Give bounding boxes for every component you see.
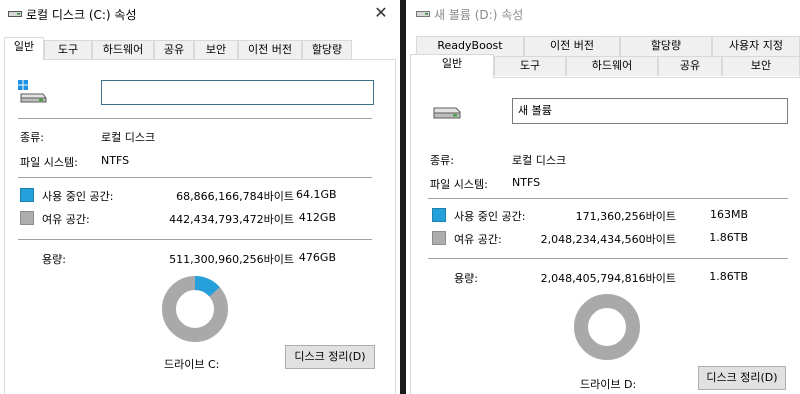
filesystem-value: NTFS [101, 154, 130, 167]
tab-strip: ReadyBoost 이전 버전 할당량 사용자 지정 일반 도구 하드웨어 공… [406, 36, 800, 78]
drive-icon [18, 80, 47, 103]
donut-free-segment [574, 294, 640, 360]
drive-label: 드라이브 D: [580, 378, 637, 391]
used-space-bytes: 68,866,166,784바이트 [176, 190, 294, 203]
drive-label: 드라이브 C: [164, 358, 220, 371]
tab-customize[interactable]: 사용자 지정 [712, 36, 800, 56]
filesystem-label: 파일 시스템: [20, 156, 78, 169]
title-bar: 로컬 디스크 (C:) 속성 ✕ [0, 0, 400, 28]
window-title: 새 볼륨 (D:) 속성 [434, 8, 524, 22]
used-space-label: 사용 중인 공간: [42, 190, 114, 203]
capacity-bytes: 511,300,960,256바이트 [169, 253, 294, 266]
capacity-label: 용량: [42, 253, 66, 266]
used-space-bytes: 171,360,256바이트 [575, 210, 676, 223]
close-button[interactable]: ✕ [368, 3, 394, 25]
volume-name-input[interactable]: 새 볼륨 [512, 98, 788, 124]
c-drive-properties-window: 로컬 디스크 (C:) 속성 ✕ 일반 도구 하드웨어 공유 보안 이전 버전 … [0, 0, 400, 394]
type-value: 로컬 디스크 [512, 154, 567, 167]
used-space-size: 64.1GB [296, 188, 337, 201]
tab-security[interactable]: 보안 [194, 40, 238, 60]
free-space-bytes: 2,048,234,434,560바이트 [540, 233, 676, 246]
free-space-size: 412GB [298, 211, 336, 224]
title-bar: 새 볼륨 (D:) 속성 [406, 0, 800, 28]
tab-previous-versions[interactable]: 이전 버전 [238, 40, 302, 60]
divider [18, 118, 372, 119]
disk-cleanup-button[interactable]: 디스크 정리(D) [698, 366, 786, 390]
filesystem-value: NTFS [512, 176, 541, 189]
tab-hardware[interactable]: 하드웨어 [92, 40, 154, 60]
tab-hardware[interactable]: 하드웨어 [566, 56, 658, 76]
tab-tools[interactable]: 도구 [494, 56, 566, 76]
free-space-size: 1.86TB [709, 231, 748, 244]
d-drive-properties-window: 새 볼륨 (D:) 속성 ReadyBoost 이전 버전 할당량 사용자 지정… [406, 0, 800, 394]
tab-sharing[interactable]: 공유 [154, 40, 194, 60]
tab-sharing[interactable]: 공유 [658, 56, 722, 76]
filesystem-label: 파일 시스템: [430, 178, 488, 191]
divider [428, 198, 788, 199]
divider [18, 239, 372, 240]
tab-quota[interactable]: 할당량 [620, 36, 712, 56]
tab-strip: 일반 도구 하드웨어 공유 보안 이전 버전 할당량 [0, 37, 400, 60]
usage-donut-chart [574, 294, 640, 360]
capacity-size: 1.86TB [709, 270, 748, 283]
type-label: 종류: [430, 154, 454, 167]
used-space-swatch [20, 188, 34, 202]
used-space-swatch [432, 208, 446, 222]
free-space-label: 여유 공간: [42, 213, 90, 226]
drive-icon [416, 11, 430, 17]
tab-readyboost[interactable]: ReadyBoost [416, 36, 524, 56]
window-title: 로컬 디스크 (C:) 속성 [26, 8, 137, 22]
divider [428, 258, 788, 259]
free-space-bytes: 442,434,793,472바이트 [169, 213, 294, 226]
disk-cleanup-button[interactable]: 디스크 정리(D) [285, 345, 375, 369]
tab-general[interactable]: 일반 [410, 54, 494, 78]
close-icon: ✕ [374, 3, 388, 22]
capacity-size: 476GB [298, 251, 336, 264]
type-value: 로컬 디스크 [101, 131, 156, 144]
tab-tools[interactable]: 도구 [44, 40, 92, 60]
tab-quota[interactable]: 할당량 [302, 40, 352, 60]
volume-name-input[interactable] [101, 80, 374, 105]
tab-general[interactable]: 일반 [4, 37, 44, 60]
used-space-label: 사용 중인 공간: [454, 210, 526, 223]
drive-icon [8, 11, 22, 17]
used-space-size: 163MB [709, 208, 748, 221]
usage-donut-chart [162, 276, 228, 342]
free-space-label: 여유 공간: [454, 233, 502, 246]
capacity-label: 용량: [454, 272, 478, 285]
drive-icon [433, 107, 461, 119]
divider [18, 177, 372, 178]
type-label: 종류: [20, 131, 44, 144]
free-space-swatch [432, 231, 446, 245]
tab-previous-versions[interactable]: 이전 버전 [524, 36, 620, 56]
tab-security[interactable]: 보안 [722, 56, 800, 76]
free-space-swatch [20, 211, 34, 225]
capacity-bytes: 2,048,405,794,816바이트 [540, 272, 676, 285]
